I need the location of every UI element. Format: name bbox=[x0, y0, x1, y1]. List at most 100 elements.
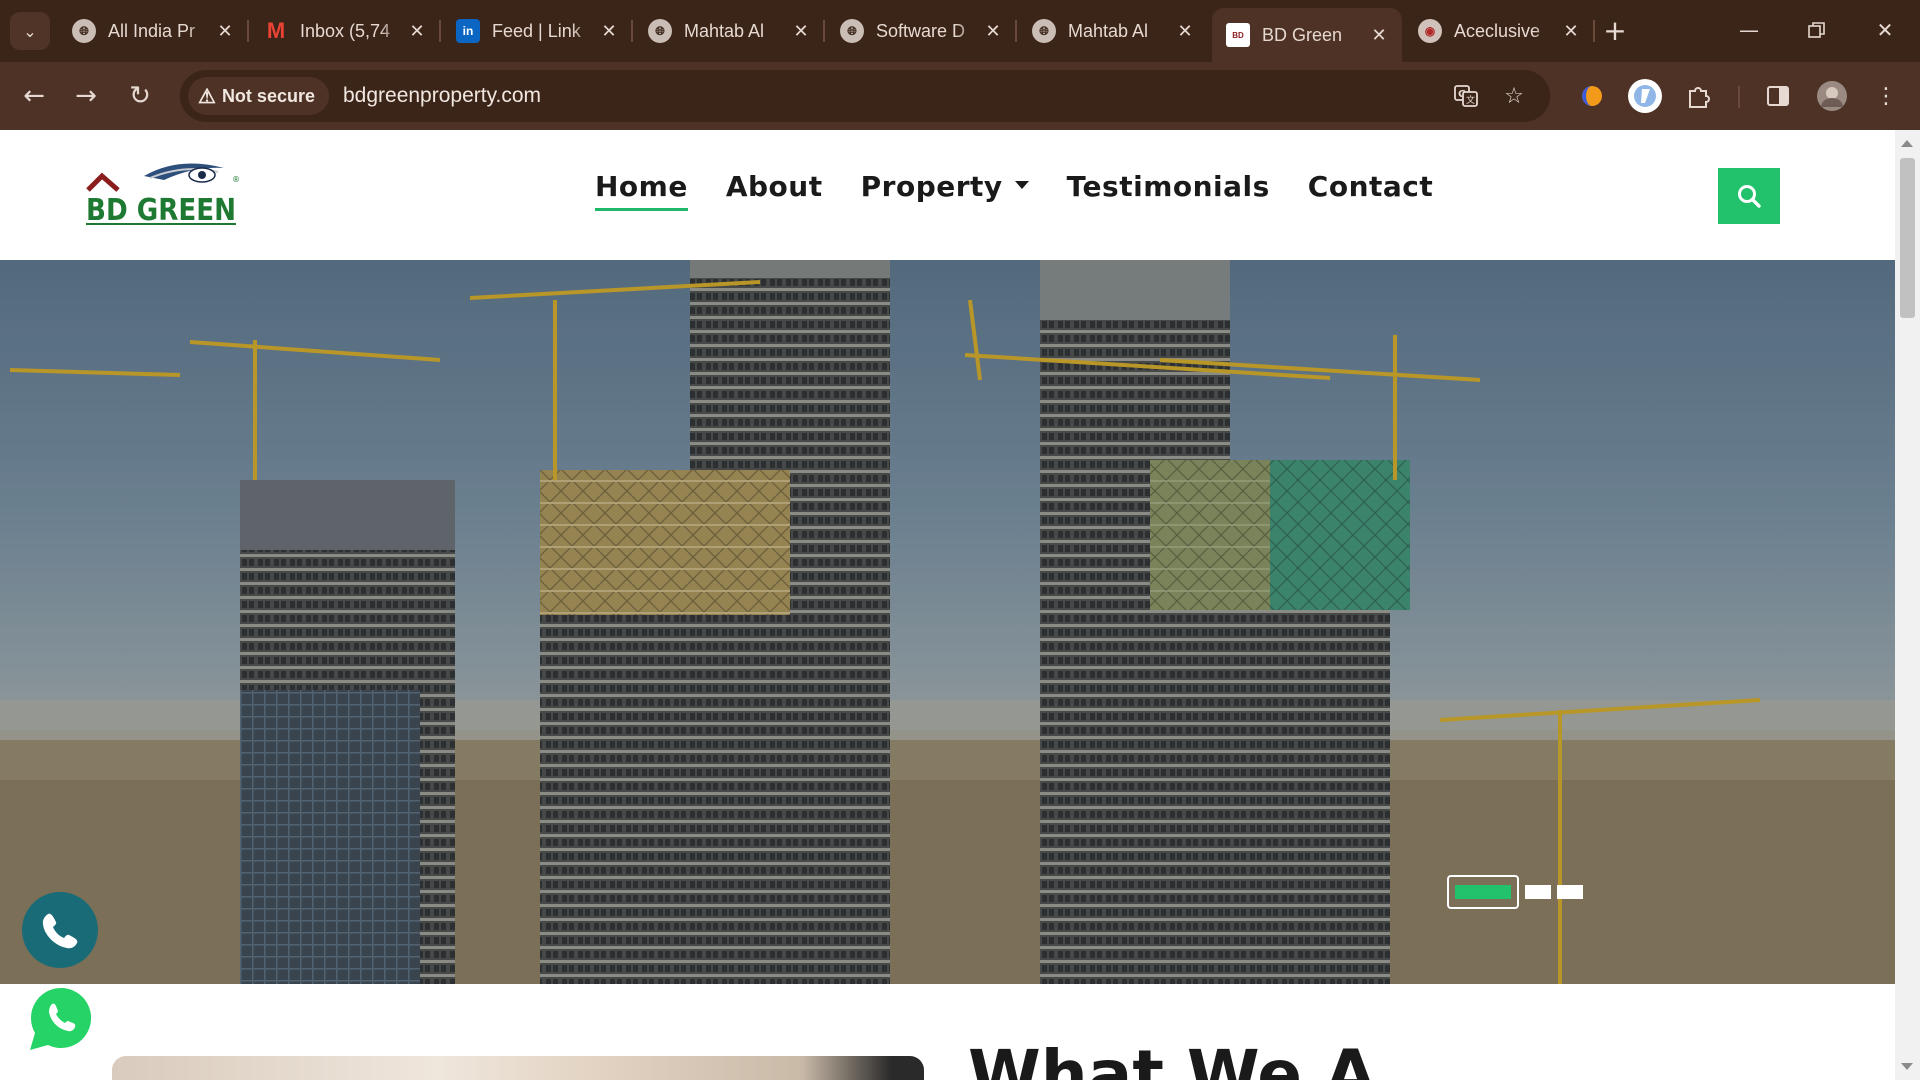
browser-toolbar: ← → ↻ ⚠ Not secure bdgreenproperty.com G… bbox=[0, 62, 1920, 130]
nav-property-label: Property bbox=[860, 170, 1003, 203]
globe-icon: 🌐︎ bbox=[1032, 19, 1056, 43]
browser-tab[interactable]: M Inbox (5,74 ✕ bbox=[250, 8, 441, 54]
caret-down-icon bbox=[1014, 181, 1029, 189]
slide-indicator-active[interactable] bbox=[1447, 875, 1519, 909]
globe-icon: 🌐︎ bbox=[648, 19, 672, 43]
nav-contact[interactable]: Contact bbox=[1308, 170, 1433, 211]
globe-icon: 🌐︎ bbox=[840, 19, 864, 43]
url-text[interactable]: bdgreenproperty.com bbox=[343, 84, 541, 108]
nav-testimonials[interactable]: Testimonials bbox=[1067, 170, 1270, 211]
tab-title: Mahtab Al bbox=[684, 20, 765, 41]
close-icon: ✕ bbox=[1876, 18, 1894, 42]
browser-tab-strip: ⌄ 🌐︎ All India Pr ✕ M Inbox (5,74 ✕ in F… bbox=[0, 0, 1920, 62]
section-title: What We A bbox=[968, 1036, 1377, 1080]
nav-home[interactable]: Home bbox=[595, 170, 688, 211]
nav-about[interactable]: About bbox=[726, 170, 823, 211]
tab-separator bbox=[631, 20, 633, 42]
close-icon[interactable]: ✕ bbox=[1368, 24, 1390, 46]
registered-mark: ® bbox=[232, 175, 240, 184]
address-bar[interactable]: ⚠ Not secure bdgreenproperty.com G文 ☆ bbox=[180, 70, 1550, 122]
hero-slider[interactable] bbox=[0, 260, 1895, 984]
plus-icon: + bbox=[1603, 13, 1627, 47]
translate-icon[interactable]: G文 bbox=[1448, 78, 1484, 114]
browser-tab-active[interactable]: BD BD Green ✕ bbox=[1212, 8, 1402, 62]
nav-property[interactable]: Property bbox=[861, 170, 1029, 211]
browser-tab[interactable]: 🌐︎ Mahtab Al ✕ bbox=[1018, 8, 1208, 54]
close-icon[interactable]: ✕ bbox=[790, 20, 812, 42]
linkedin-icon: in bbox=[456, 19, 480, 43]
kebab-menu-icon[interactable]: ⋮ bbox=[1866, 76, 1906, 116]
restore-button[interactable] bbox=[1792, 10, 1842, 50]
tab-search-button[interactable]: ⌄ bbox=[10, 12, 50, 50]
minimize-button[interactable]: — bbox=[1724, 10, 1774, 50]
hero-overlay bbox=[0, 260, 1895, 984]
tab-separator bbox=[1593, 20, 1595, 42]
svg-text:文: 文 bbox=[1466, 94, 1475, 106]
aceclusive-icon: ◉ bbox=[1418, 19, 1442, 43]
browser-tab[interactable]: in Feed | Link ✕ bbox=[442, 8, 633, 54]
close-icon[interactable]: ✕ bbox=[1560, 20, 1582, 42]
side-panel-icon[interactable] bbox=[1758, 76, 1798, 116]
browser-tab[interactable]: ◉ Aceclusive ✕ bbox=[1404, 8, 1595, 54]
puzzle-icon[interactable] bbox=[1679, 76, 1719, 116]
tab-title: Inbox (5,74 bbox=[300, 20, 391, 41]
scroll-down-icon[interactable] bbox=[1901, 1063, 1913, 1070]
reload-button[interactable]: ↻ bbox=[120, 76, 160, 116]
restore-icon bbox=[1808, 22, 1825, 38]
browser-tab[interactable]: 🌐︎ All India Pr ✕ bbox=[58, 8, 249, 54]
bd-green-logo[interactable]: ® BD GREEN bbox=[84, 158, 240, 230]
browser-tab[interactable]: 🌐︎ Mahtab Al ✕ bbox=[634, 8, 825, 54]
search-button[interactable] bbox=[1718, 168, 1780, 224]
slide-indicator[interactable] bbox=[1525, 885, 1551, 899]
scroll-up-icon[interactable] bbox=[1901, 140, 1913, 147]
toolbar-separator bbox=[1738, 86, 1740, 108]
bookmark-star-icon[interactable]: ☆ bbox=[1496, 78, 1532, 114]
close-icon[interactable]: ✕ bbox=[982, 20, 1004, 42]
security-label: Not secure bbox=[221, 85, 315, 106]
minimize-icon: — bbox=[1739, 18, 1759, 42]
tab-separator bbox=[439, 20, 441, 42]
site-header: ® BD GREEN Home About Property Testimoni… bbox=[0, 130, 1895, 260]
close-icon[interactable]: ✕ bbox=[406, 20, 428, 42]
search-icon bbox=[1738, 185, 1761, 208]
logo-text: BD GREEN bbox=[86, 193, 236, 228]
arrow-left-icon: ← bbox=[23, 81, 45, 111]
warning-icon: ⚠ bbox=[198, 85, 216, 108]
tab-separator bbox=[1015, 20, 1017, 42]
profile-avatar[interactable] bbox=[1812, 76, 1852, 116]
chevron-down-icon: ⌄ bbox=[23, 21, 37, 41]
slide-indicator[interactable] bbox=[1557, 885, 1583, 899]
slider-indicators bbox=[1447, 875, 1583, 909]
main-nav: Home About Property Testimonials Contact bbox=[595, 170, 1471, 211]
globe-icon: 🌐︎ bbox=[72, 19, 96, 43]
arrow-right-icon: → bbox=[75, 81, 97, 111]
bdgreen-icon: BD bbox=[1226, 23, 1250, 47]
close-icon[interactable]: ✕ bbox=[598, 20, 620, 42]
site-info-chip[interactable]: ⚠ Not secure bbox=[188, 77, 329, 115]
forward-button[interactable]: → bbox=[66, 76, 106, 116]
back-button[interactable]: ← bbox=[14, 76, 54, 116]
tab-separator bbox=[823, 20, 825, 42]
phone-icon bbox=[42, 913, 78, 949]
gmail-icon: M bbox=[266, 18, 286, 43]
reload-icon: ↻ bbox=[129, 81, 151, 111]
extension-icon[interactable] bbox=[1572, 76, 1612, 116]
scroll-thumb[interactable] bbox=[1900, 158, 1915, 318]
browser-tab[interactable]: 🌐︎ Software D ✕ bbox=[826, 8, 1017, 54]
close-icon[interactable]: ✕ bbox=[214, 20, 236, 42]
webpage: ® BD GREEN Home About Property Testimoni… bbox=[0, 130, 1895, 1080]
tab-title: Aceclusive bbox=[1454, 20, 1541, 41]
page-scrollbar[interactable] bbox=[1895, 130, 1920, 1080]
tab-title: Software D bbox=[876, 20, 966, 41]
tab-separator bbox=[247, 20, 249, 42]
tab-title: BD Green bbox=[1262, 24, 1343, 45]
whatsapp-icon bbox=[30, 987, 92, 1050]
tab-title: All India Pr bbox=[108, 20, 196, 41]
whatsapp-button[interactable] bbox=[26, 984, 96, 1054]
call-button[interactable] bbox=[22, 892, 98, 968]
close-icon[interactable]: ✕ bbox=[1174, 20, 1196, 42]
close-window-button[interactable]: ✕ bbox=[1860, 10, 1910, 50]
new-tab-button[interactable]: + bbox=[1597, 12, 1633, 48]
extension-icon[interactable] bbox=[1625, 76, 1665, 116]
about-image bbox=[112, 1056, 924, 1080]
